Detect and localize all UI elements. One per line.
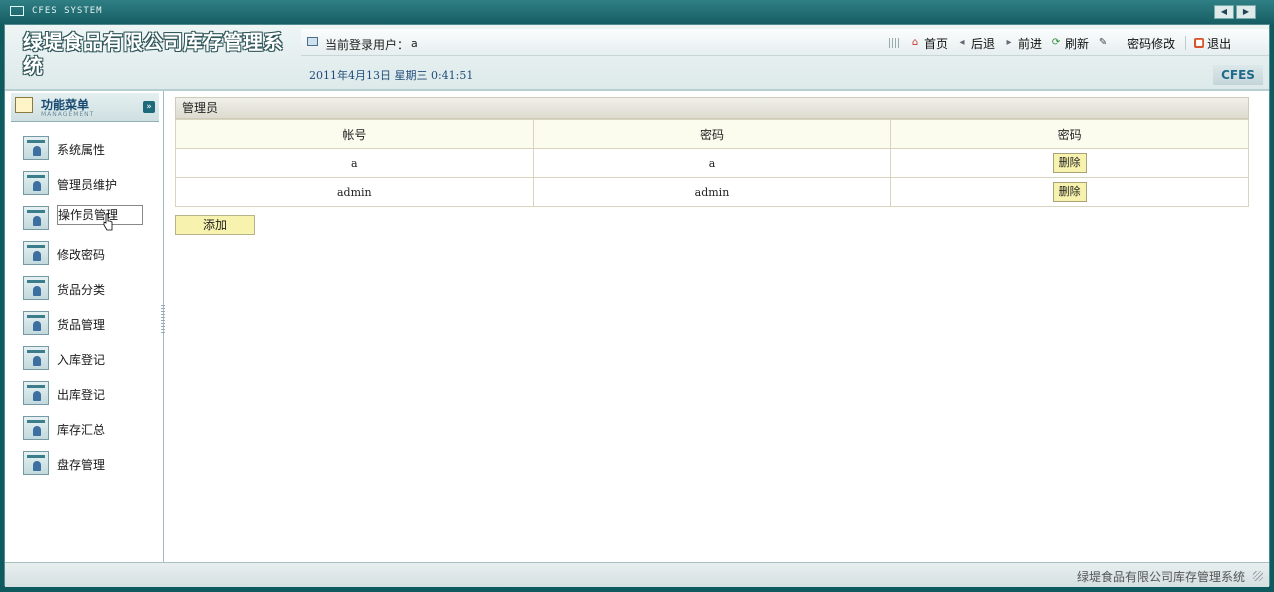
add-button[interactable]: 添加 xyxy=(175,215,255,235)
column-header-account: 帐号 xyxy=(175,119,534,149)
monitor-icon xyxy=(10,6,24,16)
back-icon: ◂ xyxy=(959,37,965,48)
window-title: CFES SYSTEM xyxy=(32,6,103,16)
user-card-icon xyxy=(23,381,49,405)
sidebar-item-label: 入库登记 xyxy=(57,353,106,367)
sidebar-item-operator-management[interactable]: 操作员管理 xyxy=(23,205,153,233)
table-row: admin admin 删除 xyxy=(175,177,1249,207)
menu-folder-icon xyxy=(15,97,33,113)
sidebar-item-stock-in[interactable]: 入库登记 xyxy=(23,345,153,373)
header-divider xyxy=(5,89,1269,91)
resize-grip-icon[interactable] xyxy=(1253,571,1263,581)
sidebar-item-goods-category[interactable]: 货品分类 xyxy=(23,275,153,303)
window-titlebar: CFES SYSTEM ◀ ▶ xyxy=(0,0,1274,24)
footer-text: 绿堤食品有限公司库存管理系统 xyxy=(1076,570,1245,584)
sidebar-item-stocktaking[interactable]: 盘存管理 xyxy=(23,450,153,478)
collapse-icon[interactable]: » xyxy=(143,101,155,113)
user-card-icon xyxy=(23,451,49,475)
system-name: 绿堤食品有限公司库存管理系统 xyxy=(23,30,283,78)
sidebar-item-label: 出库登记 xyxy=(57,388,106,402)
sidebar-item-label: 系统属性 xyxy=(57,143,106,157)
back-button[interactable]: ◂ 后退 xyxy=(956,35,996,52)
forward-icon: ▸ xyxy=(1006,37,1012,48)
sidebar-item-admin-maintenance[interactable]: 管理员维护 xyxy=(23,170,153,198)
refresh-button[interactable]: ⟳ 刷新 xyxy=(1050,35,1089,52)
user-bar: 当前登录用户： a ⌂ 首页 ◂ 后退 ▸ 前进 ⟳ 刷新 ✎ 密码修改 ■ 退… xyxy=(301,29,1269,56)
cell-action: 删除 xyxy=(890,177,1249,207)
current-user-name: a xyxy=(411,37,418,50)
user-card-icon xyxy=(23,171,49,195)
exit-icon: ■ xyxy=(1194,38,1205,48)
sidebar-item-inventory-summary[interactable]: 库存汇总 xyxy=(23,415,153,443)
panel-title: 管理员 xyxy=(175,97,1249,119)
hand-cursor-icon xyxy=(103,213,113,231)
sidebar-item-stock-out[interactable]: 出库登记 xyxy=(23,380,153,408)
toolbar-grip xyxy=(889,38,901,48)
sidebar-item-label: 修改密码 xyxy=(57,248,106,262)
change-password-button[interactable]: ✎ 密码修改 xyxy=(1097,35,1175,52)
sidebar-splitter[interactable] xyxy=(161,305,165,335)
user-card-icon xyxy=(23,136,49,160)
cell-password: a xyxy=(532,148,892,178)
prev-arrow-icon[interactable]: ◀ xyxy=(1214,5,1234,19)
cell-action: 删除 xyxy=(890,148,1249,178)
delete-button[interactable]: 删除 xyxy=(1052,153,1087,173)
refresh-label: 刷新 xyxy=(1065,36,1090,51)
user-card-icon xyxy=(23,346,49,370)
main-content: 管理员 帐号 密码 密码 a a 删除 admin admin 删除 添加 xyxy=(175,97,1263,235)
toolbar-separator xyxy=(1185,36,1187,50)
sidebar-item-change-password[interactable]: 修改密码 xyxy=(23,240,153,268)
table-header-row: 帐号 密码 密码 xyxy=(175,119,1249,149)
window-nav-buttons: ◀ ▶ xyxy=(1214,5,1256,19)
home-icon: ⌂ xyxy=(911,37,919,48)
exit-label: 退出 xyxy=(1207,36,1232,51)
toolbar: ⌂ 首页 ◂ 后退 ▸ 前进 ⟳ 刷新 ✎ 密码修改 ■ 退出 xyxy=(889,34,1239,52)
back-label: 后退 xyxy=(971,36,996,51)
app-header: 绿堤食品有限公司库存管理系统 当前登录用户： a ⌂ 首页 ◂ 后退 ▸ 前进 xyxy=(5,25,1269,89)
delete-button[interactable]: 删除 xyxy=(1052,182,1087,202)
app-frame: 绿堤食品有限公司库存管理系统 当前登录用户： a ⌂ 首页 ◂ 后退 ▸ 前进 xyxy=(4,24,1270,587)
admin-table: 帐号 密码 密码 a a 删除 admin admin 删除 xyxy=(175,119,1249,207)
exit-button[interactable]: ■ 退出 xyxy=(1194,35,1231,52)
user-card-icon xyxy=(23,206,49,230)
sidebar-item-label: 货品分类 xyxy=(57,283,106,297)
cell-account: admin xyxy=(175,177,534,207)
sidebar-item-label: 货品管理 xyxy=(57,318,106,332)
forward-button[interactable]: ▸ 前进 xyxy=(1003,35,1043,52)
sidebar-item-goods-management[interactable]: 货品管理 xyxy=(23,310,153,338)
current-datetime: 2011年4月13日 星期三 0:41:51 xyxy=(309,69,474,82)
user-card-icon xyxy=(23,276,49,300)
sidebar: 功能菜单 MANAGEMENT » 系统属性 管理员维护 操作员管理 修改密码 … xyxy=(5,91,164,562)
column-header-password: 密码 xyxy=(532,119,892,149)
sidebar-item-label: 操作员管理 xyxy=(57,205,143,225)
home-label: 首页 xyxy=(924,36,949,51)
brand-badge: CFES xyxy=(1213,65,1263,85)
status-bar: 绿堤食品有限公司库存管理系统 xyxy=(5,562,1269,587)
edit-icon: ✎ xyxy=(1098,37,1108,48)
sidebar-header: 功能菜单 MANAGEMENT » xyxy=(11,93,159,122)
sidebar-item-label: 库存汇总 xyxy=(57,423,106,437)
column-header-action: 密码 xyxy=(890,119,1249,149)
refresh-icon: ⟳ xyxy=(1051,37,1061,48)
next-arrow-icon[interactable]: ▶ xyxy=(1236,5,1256,19)
table-row: a a 删除 xyxy=(175,148,1249,178)
user-card-icon xyxy=(23,311,49,335)
user-card-icon xyxy=(23,241,49,265)
change-password-label: 密码修改 xyxy=(1127,36,1176,51)
window-icon xyxy=(307,37,318,46)
cell-password: admin xyxy=(532,177,892,207)
home-button[interactable]: ⌂ 首页 xyxy=(909,35,948,52)
sidebar-subtitle: MANAGEMENT xyxy=(41,111,95,118)
cell-account: a xyxy=(175,148,534,178)
sidebar-item-label: 盘存管理 xyxy=(57,458,106,472)
current-user-label: 当前登录用户： xyxy=(325,38,410,52)
sidebar-item-system-properties[interactable]: 系统属性 xyxy=(23,135,153,163)
user-card-icon xyxy=(23,416,49,440)
sidebar-item-label: 管理员维护 xyxy=(57,178,118,192)
forward-label: 前进 xyxy=(1018,36,1043,51)
